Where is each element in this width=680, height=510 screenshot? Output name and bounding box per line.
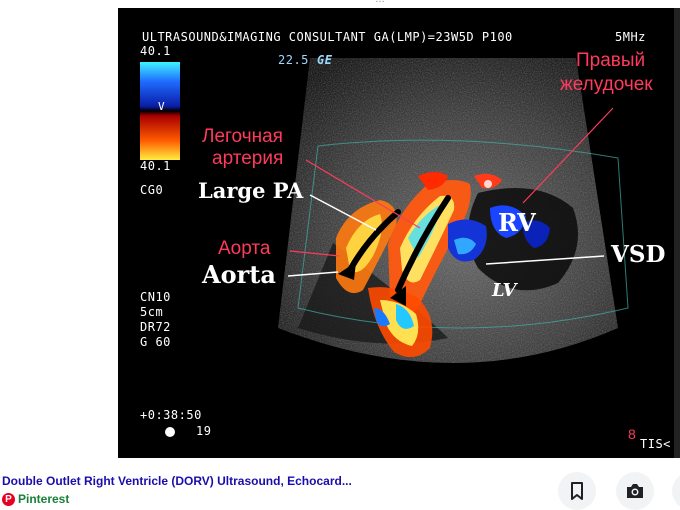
param-depth: 5cm — [140, 305, 164, 319]
tis-label: TIS< — [640, 437, 671, 451]
pinterest-icon: P — [2, 492, 15, 506]
ru-rv-line2: желудочек — [560, 74, 653, 95]
image-search-button[interactable] — [616, 472, 654, 510]
aorta-label: Aorta — [202, 260, 276, 289]
ru-rv-line1: Правый — [576, 50, 646, 71]
scale-bottom-label: 40.1 — [140, 159, 171, 173]
result-source-label: Pinterest — [18, 492, 70, 506]
more-options-button[interactable] — [672, 472, 680, 510]
gain-suffix: GE — [317, 53, 333, 67]
frequency-text: 5MHz — [615, 30, 646, 44]
top-strip: … — [0, 0, 680, 8]
lv-label: LV — [492, 280, 517, 301]
result-source-link[interactable]: P Pinterest — [2, 492, 69, 506]
result-title-link[interactable]: Double Outlet Right Ventricle (DORV) Ult… — [2, 474, 352, 488]
bookmark-icon — [571, 482, 583, 500]
ultrasound-image[interactable]: ULTRASOUND&IMAGING CONSULTANT GA(LMP)=23… — [118, 8, 680, 458]
param-dr: DR72 — [140, 320, 171, 334]
param-cn: CN10 — [140, 290, 171, 304]
ru-aorta-label: Аорта — [218, 238, 271, 259]
ru-pulm-line1: Легочная — [202, 126, 283, 147]
camera-search-icon — [627, 484, 643, 498]
scale-mid-label: V — [158, 100, 166, 113]
vsd-label: VSD — [611, 241, 666, 268]
frame-readout: 19 — [196, 424, 212, 438]
top-fragment-text: … — [375, 0, 385, 5]
large-pa-label: Large PA — [198, 178, 304, 203]
page-number: 8 — [628, 426, 636, 442]
scanner-header-text: ULTRASOUND&IMAGING CONSULTANT GA(LMP)=23… — [142, 30, 513, 44]
scale-top-label: 40.1 — [140, 44, 171, 58]
save-bookmark-button[interactable] — [558, 472, 596, 510]
gain-value: 22.5 — [278, 53, 309, 67]
ru-pulm-line2: артерия — [212, 148, 284, 169]
cg-label: CG0 — [140, 183, 164, 197]
time-readout: +0:38:50 — [140, 408, 202, 422]
param-gain: G 60 — [140, 335, 171, 349]
rv-label: RV — [498, 208, 536, 237]
